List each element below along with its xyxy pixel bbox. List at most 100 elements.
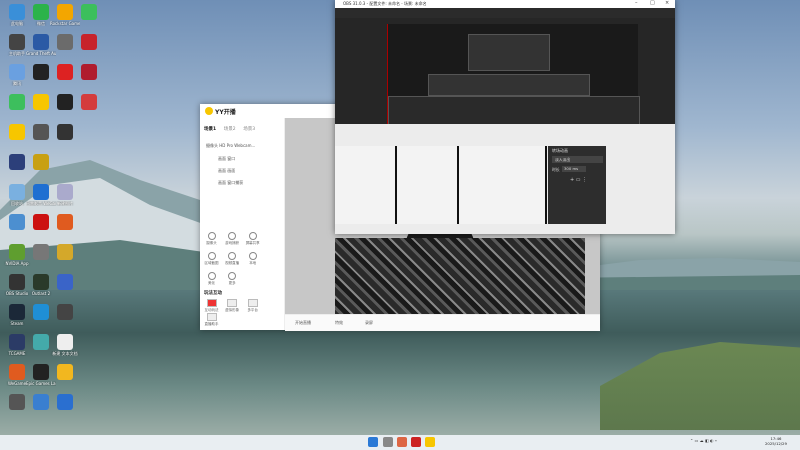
yy-bottom-bar: 开始直播 特效 录屏 [285,314,600,331]
desktop-icon[interactable] [50,364,80,381]
add-icon[interactable]: + [570,177,574,183]
tool-game[interactable]: 游戏捕获 [223,232,242,246]
app-icon [9,244,25,260]
close-icon[interactable]: × [665,0,669,6]
app-icon [9,34,25,50]
tool-beauty[interactable]: 美化 [202,272,221,286]
shore-background [600,342,800,430]
app-icon [57,394,73,410]
desktop-icon[interactable] [26,154,56,171]
app-icon [33,94,49,110]
desktop-icon-label: 腾讯 [13,81,21,86]
app-icon [57,94,73,110]
desktop-icon[interactable] [74,34,104,51]
taskbar-app-icon[interactable] [397,437,407,447]
taskbar-clock[interactable]: 17:46 2025/12/29 [765,436,787,446]
nested-preview [428,74,590,96]
desktop-icon-label: Steam [10,321,24,326]
transition-title: 转场动画 [552,148,568,153]
transition-select[interactable]: 淡入淡出 [552,156,603,163]
app-icon [57,304,73,320]
start-icon[interactable] [368,437,378,447]
desktop-icon[interactable] [74,4,104,21]
activity-item[interactable]: 直播助手 [202,313,221,327]
search-icon[interactable] [383,437,393,447]
obs-title-bar[interactable]: OBS 31.0.3 - 配置文件: 未命名 - 场景: 未命名 – □ × [335,0,675,8]
desktop-icon[interactable] [50,304,80,321]
app-icon [33,4,49,20]
app-icon [57,124,73,140]
beauty-icon [207,272,216,280]
minimize-icon[interactable]: – [635,0,638,6]
effects-button[interactable]: 特效 [335,320,343,326]
tool-screen[interactable]: 屏幕共享 [243,232,262,246]
desktop-icon[interactable] [74,64,104,81]
app-icon [33,184,49,200]
sources-dock[interactable] [397,146,459,224]
activity-item[interactable]: 虚拟形象 [223,299,242,313]
tool-grid: 摄像头 游戏捕获 屏幕共享 区域截图 视频直播 本地 美化 更多 [202,232,282,292]
obs-preview-inner [387,24,640,126]
app-icon [33,34,49,50]
app-icon [57,34,73,50]
desktop-icon[interactable] [50,244,80,261]
desktop-icon[interactable]: 新建 文本文档 [50,334,80,356]
tab-scene-2[interactable]: 场景2 [224,127,236,132]
hot-icon [206,299,217,307]
desktop-icon-label: 新建 文本文档 [52,351,78,356]
mixer-dock[interactable] [459,146,547,224]
tool-region[interactable]: 区域截图 [202,252,221,266]
desktop-icon-label: Grand Theft Auto V [26,51,56,56]
tool-camera[interactable]: 摄像头 [202,232,221,246]
tool-local[interactable]: 本地 [243,252,262,266]
tab-scene-3[interactable]: 场景3 [243,127,255,132]
source-item[interactable]: 摄像头 HD Pro Webcam... [206,143,255,149]
tool-more[interactable]: 更多 [223,272,242,286]
desktop-icon[interactable]: 新建图片 [50,184,80,206]
activity-item[interactable]: 互动玩法 [202,299,221,313]
app-icon [57,184,73,200]
desktop-icon[interactable] [50,124,80,141]
tab-scene-1[interactable]: 场景1 [204,127,216,132]
app-icon [9,124,25,140]
app-icon [57,4,73,20]
scenes-dock[interactable] [335,146,397,224]
desktop-icon[interactable] [50,394,80,411]
app-icon [9,184,25,200]
yy-logo-icon [205,107,213,115]
tool-video[interactable]: 视频直播 [223,252,242,266]
taskbar-yy-icon[interactable] [425,437,435,447]
desktop-icon[interactable] [74,94,104,111]
source-item[interactable]: 画面 窗口 [218,156,235,162]
app-icon [9,334,25,350]
avatar-icon [227,299,238,307]
desktop-icon[interactable] [50,274,80,291]
duration-input[interactable]: 300 ms [562,166,586,172]
taskbar-app-icon[interactable] [411,437,421,447]
preview-person [335,238,585,314]
more-icon[interactable]: ⋮ [582,177,587,183]
app-icon [33,334,49,350]
obs-preview-canvas[interactable] [335,18,675,126]
source-item[interactable]: 画面 窗口捕获 [218,180,243,186]
desktop-icon-label: Epic Games Launcher [26,381,56,386]
taskbar: ⌃ ▭ ☁ ◧ ◐ ⌁ 17:46 2025/12/29 [0,435,800,450]
desktop-icon[interactable] [50,214,80,231]
app-icon [81,94,97,110]
activity-item[interactable]: 多平台 [243,299,262,313]
obs-window[interactable]: OBS 31.0.3 - 配置文件: 未命名 - 场景: 未命名 – □ × 转… [335,0,675,234]
source-item[interactable]: 画面 画面 [218,168,235,174]
record-button[interactable]: 录屏 [365,320,373,326]
app-icon [33,244,49,260]
desktop-icon-label: 新建图片 [57,201,73,206]
app-icon [33,214,49,230]
tray-icons[interactable]: ⌃ ▭ ☁ ◧ ◐ ⌁ [690,438,717,443]
maximize-icon[interactable]: □ [650,0,655,6]
app-icon [81,64,97,80]
nested-preview [388,96,640,126]
app-icon [33,364,49,380]
trash-icon[interactable]: ▭ [576,177,581,183]
obs-docks: 转场动画 淡入淡出 时长 300 ms + ▭ ⋮ [335,124,675,234]
activity-title: 玩法互动 [204,291,222,296]
start-live-button[interactable]: 开始直播 [295,320,311,326]
